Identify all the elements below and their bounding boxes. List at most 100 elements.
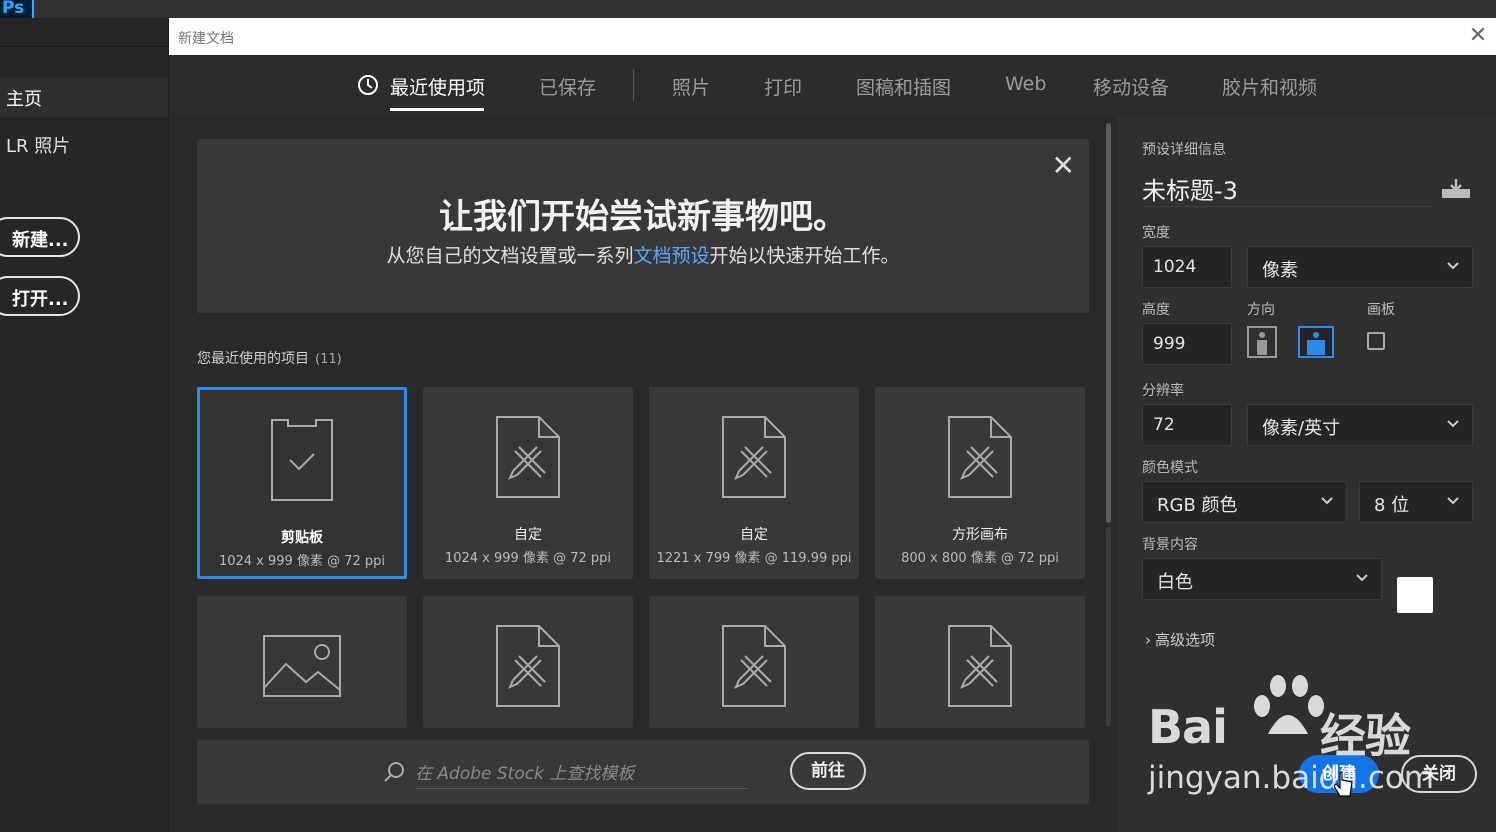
orientation-label: 方向 bbox=[1247, 302, 1275, 318]
bit-depth-value: 8 位 bbox=[1374, 495, 1410, 516]
recent-item-custom-2[interactable]: 自定 1221 x 799 像素 @ 119.99 ppi bbox=[649, 387, 859, 579]
color-mode-value: RGB 颜色 bbox=[1157, 495, 1238, 516]
chevron-down-icon bbox=[1447, 262, 1459, 270]
recent-items-title: 您最近使用的项目 bbox=[197, 351, 309, 367]
recent-item-doc[interactable] bbox=[423, 596, 633, 728]
chevron-down-icon bbox=[1321, 497, 1333, 505]
document-pencil-icon bbox=[649, 415, 859, 499]
go-button[interactable]: 前往 bbox=[790, 752, 866, 790]
scrollbar-track[interactable] bbox=[1106, 527, 1111, 727]
banner-title: 让我们开始尝试新事物吧。 bbox=[439, 197, 847, 237]
recent-item-square-canvas[interactable]: 方形画布 800 x 800 像素 @ 72 ppi bbox=[875, 387, 1085, 579]
banner-subtitle: 从您自己的文档设置或一系列文档预设开始以快速开始工作。 bbox=[197, 241, 1089, 268]
recent-item-meta: 1221 x 799 像素 @ 119.99 ppi bbox=[656, 551, 852, 566]
bit-depth-select[interactable]: 8 位 bbox=[1359, 481, 1473, 523]
recent-item-doc[interactable] bbox=[875, 596, 1085, 728]
image-icon bbox=[197, 634, 407, 718]
banner-sub-text-end: 开始以快速开始工作。 bbox=[709, 245, 900, 267]
resolution-input[interactable]: 72 bbox=[1142, 404, 1232, 446]
mouse-cursor-icon bbox=[1334, 771, 1353, 797]
landscape-orientation-icon[interactable] bbox=[1298, 326, 1334, 358]
document-pencil-icon bbox=[423, 415, 633, 499]
recent-items-count: (11) bbox=[315, 352, 342, 367]
recent-item-name: 自定 bbox=[514, 527, 542, 543]
chevron-right-icon: › bbox=[1145, 631, 1151, 649]
sidebar-item-home[interactable]: 主页 bbox=[0, 77, 168, 117]
banner-sub-text: 从您自己的文档设置或一系列 bbox=[386, 245, 634, 267]
preset-tabs: 最近使用项 已保存 照片 打印 图稿和插图 Web 移动设备 胶片和视频 bbox=[169, 55, 1496, 115]
artboard-checkbox[interactable] bbox=[1367, 332, 1385, 350]
tab-divider bbox=[633, 69, 634, 101]
recent-item-image[interactable] bbox=[197, 596, 407, 728]
recent-item-meta: 1024 x 999 像素 @ 72 ppi bbox=[218, 554, 386, 569]
sidebar-item-lr-photos[interactable]: LR 照片 bbox=[0, 132, 70, 158]
dialog-title: 新建文档 bbox=[178, 31, 234, 47]
document-presets-link[interactable]: 文档预设 bbox=[633, 245, 709, 267]
stock-search-input[interactable] bbox=[415, 759, 749, 789]
chevron-down-icon bbox=[1447, 497, 1459, 505]
advanced-options-label: 高级选项 bbox=[1155, 631, 1216, 649]
close-icon[interactable]: ✕ bbox=[1466, 24, 1490, 48]
resolution-unit-select[interactable]: 像素/英寸 bbox=[1247, 404, 1473, 446]
width-input[interactable]: 1024 bbox=[1142, 246, 1232, 288]
recent-item-name: 方形画布 bbox=[952, 527, 1008, 543]
preset-details-panel: 预设详细信息 未标题-3 宽度 1024 像素 高度 方向 画板 999 分辨率… bbox=[1117, 115, 1496, 832]
color-mode-label: 颜色模式 bbox=[1142, 460, 1198, 476]
tab-mobile[interactable]: 移动设备 bbox=[1093, 73, 1169, 100]
app-top-bar bbox=[0, 0, 1496, 18]
color-mode-select[interactable]: RGB 颜色 bbox=[1142, 481, 1347, 523]
sidebar-divider bbox=[0, 46, 168, 47]
document-pencil-icon bbox=[649, 624, 859, 708]
recent-item-clipboard[interactable]: 剪贴板 1024 x 999 像素 @ 72 ppi bbox=[197, 387, 407, 579]
width-unit-select[interactable]: 像素 bbox=[1247, 246, 1473, 288]
height-label: 高度 bbox=[1142, 302, 1170, 318]
clipboard-icon bbox=[200, 418, 404, 502]
chevron-down-icon bbox=[1447, 420, 1459, 428]
new-document-dialog: 新建文档 ✕ 最近使用项 已保存 照片 打印 图稿和插图 Web 移动设备 胶片… bbox=[169, 18, 1496, 832]
tab-photo[interactable]: 照片 bbox=[672, 73, 710, 100]
document-pencil-icon bbox=[875, 624, 1085, 708]
tab-web[interactable]: Web bbox=[1005, 73, 1046, 95]
background-value: 白色 bbox=[1157, 572, 1193, 593]
width-unit-value: 像素 bbox=[1262, 260, 1298, 281]
open-button[interactable]: 打开... bbox=[0, 276, 80, 316]
clock-icon bbox=[358, 75, 378, 95]
tab-film-video[interactable]: 胶片和视频 bbox=[1222, 73, 1317, 100]
recent-items-label: 您最近使用的项目 (11) bbox=[197, 348, 342, 368]
close-button[interactable]: 关闭 bbox=[1401, 755, 1477, 793]
tab-art-illustration[interactable]: 图稿和插图 bbox=[856, 73, 951, 100]
recent-item-custom-1[interactable]: 自定 1024 x 999 像素 @ 72 ppi bbox=[423, 387, 633, 579]
document-name-underline bbox=[1142, 206, 1432, 207]
save-preset-icon[interactable] bbox=[1441, 177, 1471, 199]
resolution-unit-value: 像素/英寸 bbox=[1262, 418, 1341, 439]
stock-search-bar: 前往 bbox=[197, 740, 1089, 804]
artboard-label: 画板 bbox=[1367, 302, 1395, 318]
recent-item-name: 自定 bbox=[740, 527, 768, 543]
background-select[interactable]: 白色 bbox=[1142, 558, 1382, 600]
dialog-titlebar: 新建文档 ✕ bbox=[169, 18, 1496, 55]
new-button[interactable]: 新建... bbox=[0, 217, 80, 257]
background-color-swatch[interactable] bbox=[1397, 577, 1433, 613]
banner-close-icon[interactable]: ✕ bbox=[1052, 149, 1075, 182]
advanced-options-toggle[interactable]: › 高级选项 bbox=[1145, 629, 1215, 650]
screen: Ps 主页 LR 照片 新建... 打开... 新建文档 ✕ 最近使用项 已保存… bbox=[0, 0, 1496, 832]
recent-content: ✕ 让我们开始尝试新事物吧。 从您自己的文档设置或一系列文档预设开始以快速开始工… bbox=[169, 115, 1117, 832]
recent-item-meta: 800 x 800 像素 @ 72 ppi bbox=[901, 551, 1059, 566]
document-name-field[interactable]: 未标题-3 bbox=[1142, 171, 1238, 206]
scrollbar-thumb[interactable] bbox=[1106, 123, 1111, 523]
recent-item-name: 剪贴板 bbox=[281, 530, 323, 546]
portrait-orientation-icon[interactable] bbox=[1247, 326, 1277, 358]
active-tab-indicator bbox=[390, 108, 484, 111]
search-icon bbox=[384, 762, 404, 782]
recent-item-meta: 1024 x 999 像素 @ 72 ppi bbox=[444, 551, 612, 566]
tab-recent[interactable]: 最近使用项 bbox=[390, 73, 485, 100]
resolution-label: 分辨率 bbox=[1142, 383, 1184, 399]
recent-item-doc[interactable] bbox=[649, 596, 859, 728]
background-label: 背景内容 bbox=[1142, 537, 1198, 553]
height-input[interactable]: 999 bbox=[1142, 323, 1232, 365]
tab-print[interactable]: 打印 bbox=[764, 73, 802, 100]
tab-saved[interactable]: 已保存 bbox=[539, 73, 596, 100]
chevron-down-icon bbox=[1356, 574, 1368, 582]
welcome-banner: ✕ 让我们开始尝试新事物吧。 从您自己的文档设置或一系列文档预设开始以快速开始工… bbox=[197, 139, 1089, 313]
width-label: 宽度 bbox=[1142, 225, 1170, 241]
